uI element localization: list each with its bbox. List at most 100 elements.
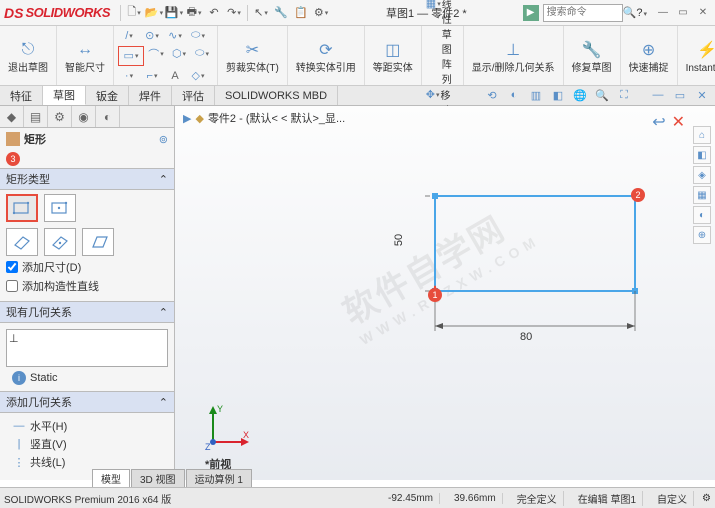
sketch-content <box>425 186 685 376</box>
view-style-button[interactable]: ◐ <box>505 86 523 104</box>
view-triad[interactable]: Y X Z <box>205 400 255 450</box>
text-tool-button[interactable]: A <box>164 68 186 84</box>
rt-view5-button[interactable]: ⊕ <box>693 226 711 244</box>
add-construction-checkbox[interactable] <box>6 280 18 292</box>
side-tab-display[interactable]: ◉ <box>72 106 96 127</box>
rt-view4-button[interactable]: ◐ <box>693 206 711 224</box>
rectangle-tool-button[interactable]: ▭ <box>120 48 142 64</box>
arc-tool-button[interactable]: ⌒ <box>145 46 167 62</box>
doc-close-button[interactable]: ✕ <box>693 86 711 104</box>
offset-button[interactable]: ◫等距实体 <box>369 36 417 76</box>
status-custom[interactable]: 自定义 <box>651 491 694 506</box>
side-tab-feature-tree[interactable]: ◆ <box>0 106 24 127</box>
open-file-button[interactable]: 📂 <box>145 4 163 22</box>
circle-tool-button[interactable]: ⊙ <box>141 28 163 44</box>
bottom-tab-model[interactable]: 模型 <box>92 469 130 487</box>
restore-button[interactable]: ▭ <box>675 5 691 21</box>
scene-button[interactable]: 🌐 <box>571 86 589 104</box>
plane-tool-button[interactable]: ◇ <box>187 68 209 84</box>
bottom-tab-3dview[interactable]: 3D 视图 <box>131 469 185 487</box>
dimension-width[interactable]: 80 <box>520 331 532 343</box>
fit-button[interactable]: ⛶ <box>615 86 633 104</box>
relation-horizontal[interactable]: —水平(H) <box>6 417 168 435</box>
exit-sketch-button[interactable]: ⎋ 退出草图 <box>4 36 52 76</box>
snap-button[interactable]: ⊕快速捕捉 <box>625 36 673 76</box>
display-relations-button[interactable]: ⊥显示/删除几何关系 <box>468 36 559 76</box>
rt-home-button[interactable]: ⌂ <box>693 126 711 144</box>
pattern-button[interactable]: ▦ <box>426 0 441 12</box>
rect-type-3pt-center[interactable] <box>44 228 76 256</box>
tab-feature[interactable]: 特征 <box>0 86 43 105</box>
status-y: 39.66mm <box>448 493 503 504</box>
spline-tool-button[interactable]: ∿ <box>164 28 186 44</box>
line-tool-button[interactable]: / <box>118 28 140 44</box>
rt-view2-button[interactable]: ◈ <box>693 166 711 184</box>
section-rect-type[interactable]: 矩形类型⌃ <box>0 168 174 190</box>
redo-button[interactable]: ↷ <box>225 4 243 22</box>
tab-evaluate[interactable]: 评估 <box>172 86 215 105</box>
undo-button[interactable]: ↶ <box>205 4 223 22</box>
part-icon: ◆ <box>195 112 203 125</box>
slot-tool-button[interactable]: ⬭ <box>191 46 213 62</box>
search-icon[interactable]: ▶ <box>523 5 539 21</box>
point-tool-button[interactable]: · <box>118 68 140 84</box>
relation-vertical[interactable]: |竖直(V) <box>6 435 168 453</box>
trim-button[interactable]: ✂剪裁实体(T) <box>222 36 283 76</box>
rect-type-center[interactable] <box>44 194 76 222</box>
rebuild-button[interactable]: 🔧 <box>272 4 290 22</box>
instant2d-button[interactable]: ⚡Instant2D <box>682 36 715 76</box>
dimension-icon: ↔ <box>73 38 97 62</box>
zoom-button[interactable]: 🔍 <box>593 86 611 104</box>
doc-min-button[interactable]: — <box>649 86 667 104</box>
print-button[interactable]: 🖶 <box>185 4 203 22</box>
trim-icon: ✂ <box>240 38 264 62</box>
side-tab-property[interactable]: ▤ <box>24 106 48 127</box>
status-options-icon[interactable]: ⚙ <box>702 493 711 504</box>
sketch-cancel-icon[interactable]: ✕ <box>672 112 685 132</box>
ellipse-tool-button[interactable]: ⬭ <box>187 28 209 44</box>
breadcrumb[interactable]: ▶ ◆ 零件2 - (默认< < 默认>_显... <box>183 110 345 126</box>
rt-view1-button[interactable]: ◧ <box>693 146 711 164</box>
add-dimension-checkbox[interactable] <box>6 261 18 273</box>
rect-type-parallelogram[interactable] <box>82 228 114 256</box>
section-existing-relations[interactable]: 现有几何关系⌃ <box>0 301 174 323</box>
repair-sketch-button[interactable]: 🔧修复草图 <box>568 36 616 76</box>
rect-type-corner[interactable] <box>6 194 38 222</box>
search-input[interactable] <box>543 4 623 22</box>
graphics-area[interactable]: ▶ ◆ 零件2 - (默认< < 默认>_显... ↩ ✕ ⌂ ◧ ◈ ▦ ◐ … <box>175 106 715 480</box>
section-add-relations[interactable]: 添加几何关系⌃ <box>0 391 174 413</box>
minimize-button[interactable]: — <box>655 5 671 21</box>
dimension-height[interactable]: 50 <box>393 234 405 246</box>
vertical-icon: | <box>12 437 26 451</box>
side-tab-appearance[interactable]: ◐ <box>96 106 120 127</box>
smart-dimension-button[interactable]: ↔ 智能尺寸 <box>61 36 109 76</box>
side-tab-config[interactable]: ⚙ <box>48 106 72 127</box>
orient-button[interactable]: ⟲ <box>483 86 501 104</box>
tab-weldment[interactable]: 焊件 <box>129 86 172 105</box>
sketch-confirm-icon[interactable]: ↩ <box>652 112 665 132</box>
save-button[interactable]: 💾 <box>165 4 183 22</box>
rt-view3-button[interactable]: ▦ <box>693 186 711 204</box>
main-area: ◆ ▤ ⚙ ◉ ◐ 矩形 ⊚ 3 矩形类型⌃ 添加尺寸(D) 添加构造性直 <box>0 106 715 480</box>
rect-type-3pt-corner[interactable] <box>6 228 38 256</box>
polygon-tool-button[interactable]: ⬡ <box>168 46 190 62</box>
tab-sheetmetal[interactable]: 钣金 <box>86 86 129 105</box>
tab-sketch[interactable]: 草图 <box>43 86 86 105</box>
existing-relations-list[interactable]: ⊥ <box>6 329 168 367</box>
new-file-button[interactable]: 🗋 <box>125 4 143 22</box>
search-glass-icon[interactable]: 🔍 <box>623 6 637 19</box>
section-button[interactable]: ◧ <box>549 86 567 104</box>
help-button[interactable]: ? <box>636 7 647 19</box>
fillet-tool-button[interactable]: ⌐ <box>141 68 163 84</box>
select-button[interactable]: ↖ <box>252 4 270 22</box>
perspective-button[interactable]: ▥ <box>527 86 545 104</box>
status-bar: SOLIDWORKS Premium 2016 x64 版 -92.45mm 3… <box>0 487 715 508</box>
doc-max-button[interactable]: ▭ <box>671 86 689 104</box>
close-button[interactable]: ✕ <box>695 5 711 21</box>
settings-button[interactable]: ⚙ <box>312 4 330 22</box>
options-button[interactable]: 📋 <box>292 4 310 22</box>
convert-button[interactable]: ⟳转换实体引用 <box>292 36 360 76</box>
tab-mbd[interactable]: SOLIDWORKS MBD <box>215 86 338 105</box>
bottom-tab-motion[interactable]: 运动算例 1 <box>186 469 252 487</box>
pm-pin-button[interactable]: ⊚ <box>159 133 168 146</box>
